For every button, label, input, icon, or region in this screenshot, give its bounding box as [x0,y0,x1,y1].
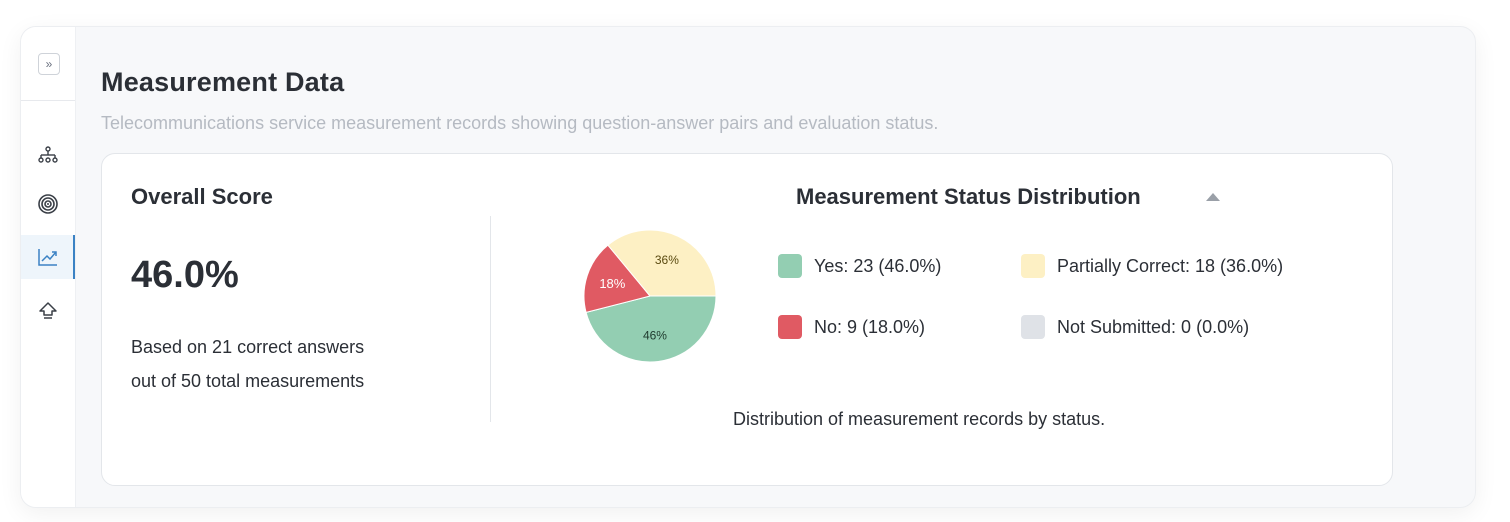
pie-label-yes: 46% [643,328,667,342]
double-chevron-right-icon: » [45,57,53,71]
distribution-caption: Distribution of measurement records by s… [733,409,1106,429]
sidebar-item-hierarchy[interactable] [21,133,75,177]
page-subtitle: Telecommunications service measurement r… [101,113,939,133]
legend-label-no: No: 9 (18.0%) [814,316,926,337]
status-pie-chart: 46% 18% 36% [583,229,717,363]
caret-up-icon[interactable] [1204,190,1222,204]
sidebar: » [21,27,76,507]
app-window: » Measurement Data Telecommunications se… [20,26,1476,508]
score-description-line-2: out of 50 total measurements [131,371,365,391]
legend-label-partially-correct: Partially Correct: 18 (36.0%) [1057,255,1284,276]
overall-score-title: Overall Score [131,184,273,209]
chart-line-icon [38,249,57,266]
legend-swatch-partially-correct [1021,254,1045,278]
expand-sidebar-button[interactable]: » [38,53,60,75]
legend-item-no: No: 9 (18.0%) [778,315,925,339]
legend-swatch-yes [778,254,802,278]
sidebar-divider [21,100,75,101]
legend-item-partially-correct: Partially Correct: 18 (36.0%) [1021,254,1283,278]
sidebar-item-target[interactable] [21,182,75,226]
page-title: Measurement Data [101,67,345,97]
overall-score-description: Based on 21 correct answers out of 50 to… [131,330,451,398]
sidebar-item-upload[interactable] [21,289,75,333]
summary-card: Overall Score 46.0% Based on 21 correct … [101,153,1393,486]
card-divider [490,216,491,422]
legend-label-not-submitted: Not Submitted: 0 (0.0%) [1057,316,1250,337]
sidebar-item-analytics[interactable] [21,235,75,279]
legend-swatch-no [778,315,802,339]
upload-icon [39,302,57,319]
overall-score-value: 46.0% [131,254,239,296]
target-icon [38,194,58,214]
legend-swatch-not-submitted [1021,315,1045,339]
distribution-title: Measurement Status Distribution [796,184,1141,209]
legend-label-yes: Yes: 23 (46.0%) [814,255,942,276]
pie-label-partially-correct: 36% [655,253,679,267]
hierarchy-icon [38,146,58,163]
pie-label-no: 18% [599,276,625,291]
legend-item-not-submitted: Not Submitted: 0 (0.0%) [1021,315,1249,339]
score-description-line-1: Based on 21 correct answers [131,337,365,357]
legend-item-yes: Yes: 23 (46.0%) [778,254,941,278]
